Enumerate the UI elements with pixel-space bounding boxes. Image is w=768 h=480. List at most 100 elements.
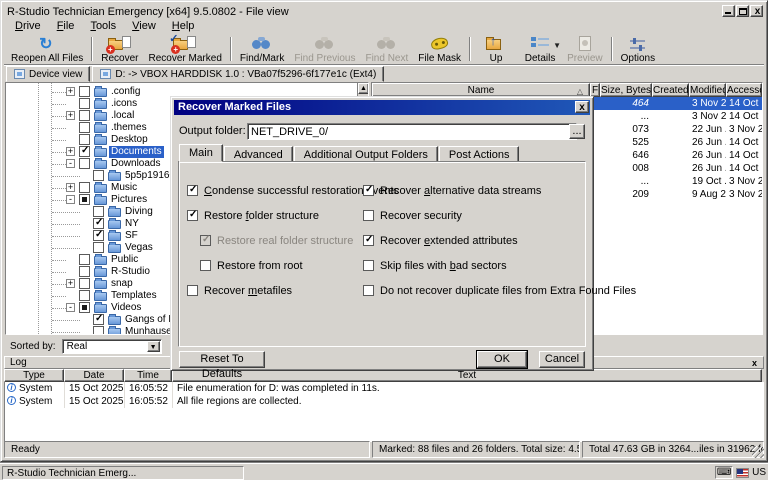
tree-checkbox[interactable] xyxy=(93,314,104,325)
expand-plus-icon[interactable]: + xyxy=(66,183,75,192)
column-header-size-bytes[interactable]: Size, Bytes xyxy=(600,83,652,97)
up-button[interactable]: ↑Up xyxy=(474,34,518,64)
tree-checkbox[interactable] xyxy=(79,194,90,205)
chevron-down-icon[interactable]: ▼ xyxy=(147,341,160,352)
cancel-button[interactable]: Cancel xyxy=(539,351,585,368)
tree-checkbox[interactable] xyxy=(79,110,90,121)
ok-button[interactable]: OK xyxy=(477,351,527,368)
checkbox-box[interactable] xyxy=(363,210,374,221)
close-button[interactable]: x xyxy=(750,5,763,17)
collapse-minus-icon[interactable]: - xyxy=(66,195,75,204)
checkbox-recover-alternative-data-streams[interactable]: Recover alternative data streams xyxy=(363,185,589,198)
tree-item-label[interactable]: Templates xyxy=(109,290,159,302)
sorted-by-select[interactable]: Real ▼ xyxy=(62,339,162,354)
tree-checkbox[interactable] xyxy=(79,98,90,109)
tree-item-label[interactable]: Documents xyxy=(109,146,164,158)
column-header-f[interactable]: F xyxy=(590,83,600,97)
checkbox-box[interactable] xyxy=(363,185,374,196)
checkbox-box[interactable] xyxy=(363,235,374,246)
tree-item-label[interactable]: R-Studio xyxy=(109,266,152,278)
checkbox-box[interactable] xyxy=(363,285,374,296)
browse-button[interactable]: ... xyxy=(569,124,585,139)
tree-item-label[interactable]: .icons xyxy=(109,98,139,110)
file-mask-button[interactable]: File Mask xyxy=(413,34,466,64)
dialog-tab-main[interactable]: Main xyxy=(179,144,223,162)
column-header-created[interactable]: Created xyxy=(652,83,689,97)
checkbox-skip-files-with-bad-sectors[interactable]: Skip files with bad sectors xyxy=(363,260,589,273)
tree-checkbox[interactable] xyxy=(79,158,90,169)
log-column-header-type[interactable]: Type xyxy=(4,369,64,382)
checkbox-recover-metafiles[interactable]: Recover metafiles xyxy=(187,285,359,298)
checkbox-restore-folder-structure[interactable]: Restore folder structure xyxy=(187,210,359,223)
chevron-down-icon[interactable]: ▼ xyxy=(553,41,561,50)
checkbox-restore-from-root[interactable]: Restore from root xyxy=(200,260,359,273)
tree-checkbox[interactable] xyxy=(79,182,90,193)
checkbox-box[interactable] xyxy=(187,285,198,296)
expand-plus-icon[interactable]: + xyxy=(66,111,75,120)
expand-plus-icon[interactable]: + xyxy=(66,147,75,156)
tree-item-label[interactable]: Downloads xyxy=(109,158,162,170)
reset-to-defaults-button[interactable]: Reset To Defaults xyxy=(179,351,265,368)
checkbox-box[interactable] xyxy=(187,210,198,221)
menu-view[interactable]: View xyxy=(125,19,163,34)
tree-checkbox[interactable] xyxy=(93,206,104,217)
checkbox-box[interactable] xyxy=(187,185,198,196)
minimize-button[interactable] xyxy=(722,5,735,17)
taskbar-window-button[interactable]: R-Studio Technician Emerg... xyxy=(2,466,244,480)
column-header-modified[interactable]: Modified xyxy=(689,83,726,97)
tree-item-label[interactable]: Public xyxy=(109,254,140,266)
tree-checkbox[interactable] xyxy=(79,86,90,97)
log-close-icon[interactable]: x xyxy=(749,358,760,369)
tree-item-label[interactable]: Diving xyxy=(123,206,155,218)
menu-file[interactable]: File xyxy=(50,19,82,34)
expand-plus-icon[interactable]: + xyxy=(66,87,75,96)
tree-checkbox[interactable] xyxy=(79,254,90,265)
checkbox-recover-security[interactable]: Recover security xyxy=(363,210,589,223)
tree-item-label[interactable]: Videos xyxy=(109,302,143,314)
checkbox-recover-extended-attributes[interactable]: Recover extended attributes xyxy=(363,235,589,248)
checkbox-do-not-recover-duplicate-files-from-extra-found-files[interactable]: Do not recover duplicate files from Extr… xyxy=(363,285,589,298)
expand-plus-icon[interactable]: + xyxy=(66,279,75,288)
tab-disk-d[interactable]: D: -> VBOX HARDDISK 1.0 : VBa07f5296-6f1… xyxy=(92,66,384,82)
recover-button[interactable]: +Recover xyxy=(96,34,143,64)
tree-checkbox[interactable] xyxy=(79,290,90,301)
dialog-close-icon[interactable]: x xyxy=(575,101,589,113)
tree-checkbox[interactable] xyxy=(93,170,104,181)
dialog-tab-advanced[interactable]: Advanced xyxy=(224,146,293,162)
keyboard-icon[interactable]: ⌨ xyxy=(715,466,733,479)
tree-item-label[interactable]: SF xyxy=(123,230,140,242)
tree-checkbox[interactable] xyxy=(93,326,104,335)
details-button[interactable]: ▼Details xyxy=(518,34,562,64)
tree-checkbox[interactable] xyxy=(79,302,90,313)
us-flag-icon[interactable] xyxy=(736,468,749,478)
dialog-tab-post-actions[interactable]: Post Actions xyxy=(439,146,520,162)
log-row[interactable]: iSystem15 Oct 202516:05:52All file regio… xyxy=(5,395,763,408)
log-column-header-time[interactable]: Time xyxy=(124,369,172,382)
checkbox-condense-successful-restoration-events[interactable]: Condense successful restoration events xyxy=(187,185,359,198)
column-header-accessed[interactable]: Accessed xyxy=(726,83,762,97)
tree-checkbox[interactable] xyxy=(79,122,90,133)
tree-item-label[interactable]: Pictures xyxy=(109,194,149,206)
recover-marked-button[interactable]: +✓Recover Marked xyxy=(144,34,227,64)
checkbox-box[interactable] xyxy=(200,260,211,271)
checkbox-box[interactable] xyxy=(363,260,374,271)
collapse-minus-icon[interactable]: - xyxy=(66,159,75,168)
tree-checkbox[interactable] xyxy=(79,146,90,157)
dialog-tab-additional-output-folders[interactable]: Additional Output Folders xyxy=(294,146,438,162)
tree-item-label[interactable]: .themes xyxy=(109,122,149,134)
tree-checkbox[interactable] xyxy=(79,266,90,277)
options-button[interactable]: Options xyxy=(616,34,660,64)
resize-grip[interactable] xyxy=(752,446,764,458)
find-mark-button[interactable]: Find/Mark xyxy=(235,34,289,64)
maximize-button[interactable] xyxy=(736,5,749,17)
tree-checkbox[interactable] xyxy=(93,242,104,253)
tree-item-label[interactable]: snap xyxy=(109,278,135,290)
output-folder-input[interactable] xyxy=(247,123,577,140)
tab-device-view[interactable]: Device view xyxy=(6,66,90,82)
tree-checkbox[interactable] xyxy=(93,218,104,229)
tree-item-label[interactable]: Vegas xyxy=(123,242,155,254)
tree-checkbox[interactable] xyxy=(79,278,90,289)
menu-tools[interactable]: Tools xyxy=(83,19,123,34)
tree-item-label[interactable]: .local xyxy=(109,110,136,122)
tree-item-label[interactable]: .config xyxy=(109,86,142,98)
